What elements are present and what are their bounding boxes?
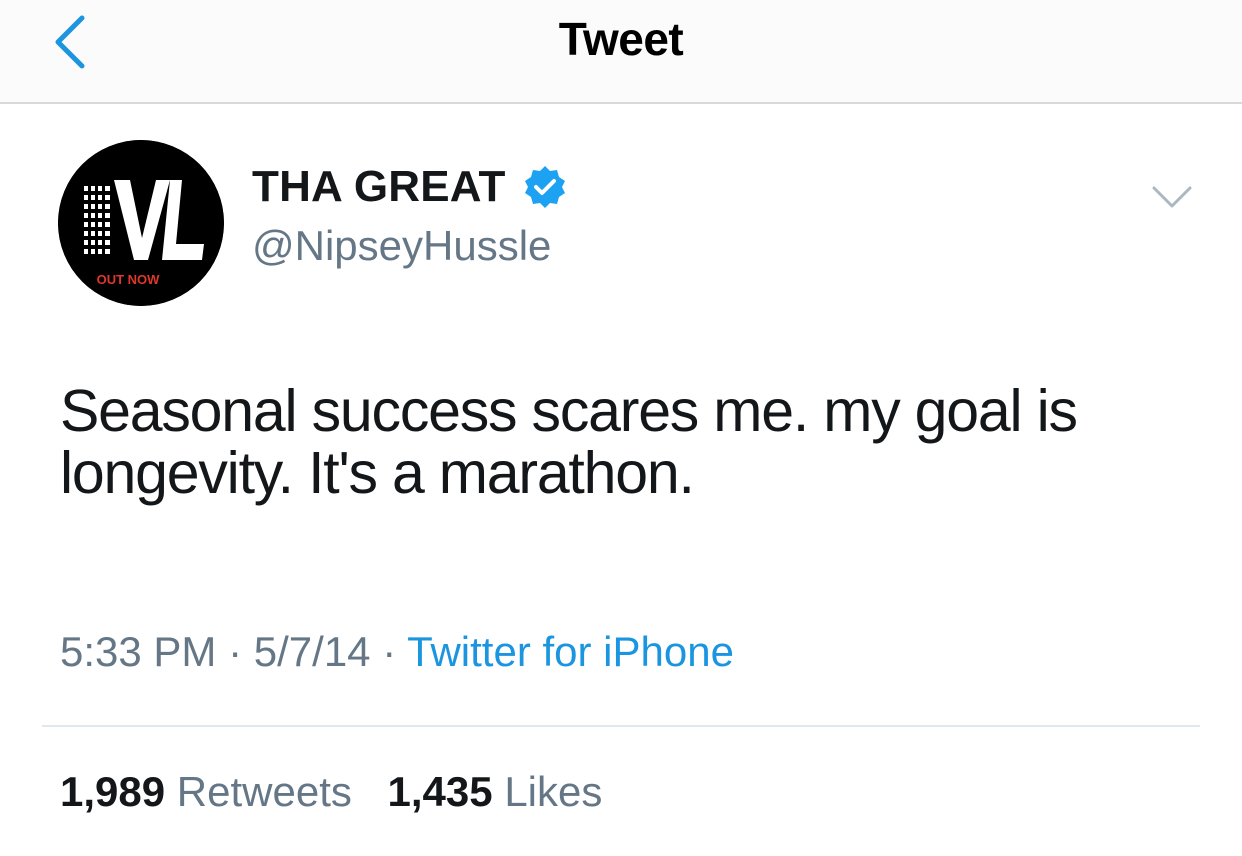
verified-badge-icon: [524, 166, 565, 208]
chevron-down-icon: [1152, 186, 1192, 208]
likes-stat[interactable]: 1,435 Likes: [388, 768, 603, 815]
navigation-bar: Tweet: [0, 0, 1242, 104]
tweet-stats: 1,989 Retweets 1,435 Likes: [60, 768, 626, 816]
likes-label: Likes: [504, 768, 603, 815]
meta-separator: ·: [228, 628, 243, 675]
svg-text:OUT NOW: OUT NOW: [97, 272, 161, 287]
retweets-count: 1,989: [60, 768, 166, 815]
retweets-stat[interactable]: 1,989 Retweets: [60, 768, 352, 815]
tweet-source-link[interactable]: Twitter for iPhone: [407, 628, 734, 675]
likes-count: 1,435: [387, 768, 493, 815]
author-display-name: THA GREAT: [252, 162, 506, 211]
tweet-metadata: 5:33 PM · 5/7/14 · Twitter for iPhone: [60, 628, 734, 676]
vl-logo-image: OUT NOW: [58, 140, 224, 306]
author-handle[interactable]: @NipseyHussle: [252, 222, 551, 270]
author-name-row[interactable]: THA GREAT: [252, 162, 568, 212]
meta-separator: ·: [382, 628, 397, 675]
tweet-options-button[interactable]: [1148, 180, 1196, 216]
out-now-badge: OUT NOW: [97, 272, 161, 287]
tweet-date: 5/7/14: [253, 628, 371, 675]
avatar[interactable]: OUT NOW: [58, 140, 224, 306]
tweet-time: 5:33 PM: [60, 628, 217, 675]
retweets-label: Retweets: [176, 768, 352, 815]
tweet-text: Seasonal success scares me. my goal is l…: [60, 378, 1078, 506]
page-title: Tweet: [558, 13, 684, 65]
divider: [42, 725, 1200, 727]
